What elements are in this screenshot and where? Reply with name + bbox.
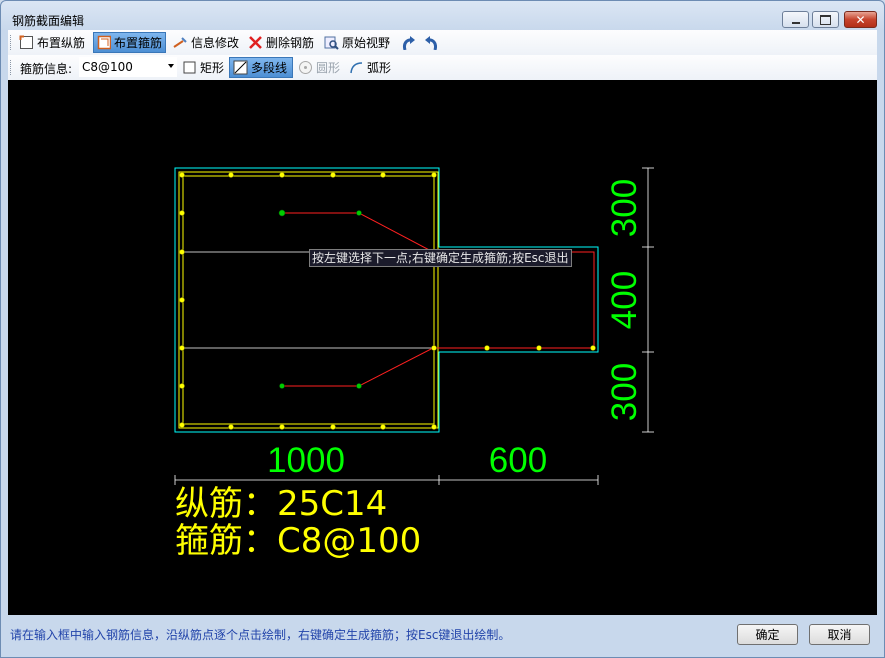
drawing-canvas[interactable]: 1000 600 300 400 300 纵筋：25C14 箍筋：C8@100 … [8, 80, 877, 615]
place-longitudinal-button[interactable]: 布置纵筋 [16, 32, 88, 53]
delete-icon [249, 36, 262, 49]
place-stirrup-button[interactable]: 布置箍筋 [93, 32, 166, 53]
rebar-point [228, 424, 234, 430]
undo-icon [403, 36, 415, 50]
section-outline [174, 167, 599, 433]
selected-point [356, 383, 362, 389]
dim-right-mid: 400 [605, 271, 644, 329]
dim-right-bottom: 300 [605, 363, 644, 421]
reset-view-button[interactable]: 原始视野 [321, 32, 393, 53]
rebar-point [179, 172, 185, 178]
reset-view-label: 原始视野 [342, 36, 391, 50]
rebar-point [431, 424, 437, 430]
arc-icon [350, 62, 363, 74]
rebar-point [380, 172, 386, 178]
dim-bottom-right: 600 [489, 441, 547, 480]
stirrup-main-outer [178, 171, 439, 429]
close-button[interactable]: ✕ [844, 11, 877, 28]
rebar-point [431, 345, 437, 351]
rebar-point [179, 422, 185, 428]
toolbar-grip[interactable] [10, 60, 13, 75]
shape-polyline-label: 多段线 [251, 61, 288, 75]
undo-button[interactable] [398, 32, 419, 53]
rebar-points [179, 172, 596, 430]
rebar-point [179, 210, 185, 216]
polyline-icon [233, 60, 248, 75]
rebar-point [179, 383, 185, 389]
stirrup-rebar-text: 箍筋：C8@100 [175, 521, 421, 561]
circle-icon [299, 61, 312, 74]
redo-icon [425, 36, 437, 50]
selected-point [279, 383, 285, 389]
dim-right-top: 300 [605, 179, 644, 237]
window-title: 钢筋截面编辑 [12, 14, 85, 28]
zoom-reset-icon [324, 36, 339, 50]
stirrup-info-label: 箍筋信息: [20, 62, 73, 76]
stirrup-info-value: C8@100 [82, 60, 133, 74]
maximize-button[interactable] [812, 11, 839, 28]
selected-point [356, 210, 362, 216]
rebar-point [590, 345, 596, 351]
cancel-button[interactable]: 取消 [809, 624, 870, 645]
canvas-tooltip: 按左键选择下一点;右键确定生成箍筋;按Esc退出 [309, 249, 572, 267]
section-drawing: 1000 600 300 400 300 纵筋：25C14 箍筋：C8@100 [174, 167, 654, 561]
place-stirrup-label: 布置箍筋 [113, 36, 162, 50]
shape-rectangle-label: 矩形 [200, 61, 225, 75]
stirrup-place-icon [97, 35, 111, 50]
rebar-point [330, 172, 336, 178]
rebar-point [330, 424, 336, 430]
rebar-place-icon [19, 35, 33, 49]
stirrup-info-combo[interactable]: C8@100 [79, 57, 177, 77]
toolbar-grip[interactable] [10, 35, 13, 50]
shape-rectangle-button[interactable]: 矩形 [179, 57, 227, 78]
selected-point [278, 209, 286, 217]
rebar-point [536, 345, 542, 351]
shape-circle-label: 圆形 [316, 61, 341, 75]
rebar-point [228, 172, 234, 178]
maximize-icon [820, 14, 831, 25]
minimize-button[interactable] [782, 11, 809, 28]
selected-points [278, 209, 362, 389]
rectangle-icon [183, 61, 196, 74]
place-longitudinal-label: 布置纵筋 [37, 36, 86, 50]
longitudinal-rebar-text: 纵筋：25C14 [175, 484, 387, 524]
main-toolbar: 布置纵筋 布置箍筋 信息修改 删除钢筋 原始视野 [8, 30, 877, 56]
dim-bottom-left: 1000 [267, 441, 345, 480]
chevron-down-icon [168, 64, 174, 68]
redo-button[interactable] [419, 32, 440, 53]
status-message: 请在输入框中输入钢筋信息，沿纵筋点逐个点击绘制，右键确定生成箍筋；按Esc键退出… [10, 628, 511, 642]
shape-circle-button[interactable]: 圆形 [295, 57, 343, 78]
rebar-point [279, 172, 285, 178]
edit-info-button[interactable]: 信息修改 [170, 32, 242, 53]
rebar-point [380, 424, 386, 430]
ok-button[interactable]: 确定 [737, 624, 798, 645]
rebar-point [484, 345, 490, 351]
minimize-icon [791, 21, 800, 24]
edit-info-icon [173, 37, 187, 48]
close-icon: ✕ [855, 12, 866, 27]
rebar-point [179, 297, 185, 303]
delete-rebar-label: 删除钢筋 [266, 36, 315, 50]
shape-arc-label: 弧形 [367, 61, 392, 75]
rebar-point [279, 424, 285, 430]
rebar-point [179, 345, 185, 351]
stirrup-toolbar: 箍筋信息: C8@100 矩形 多段线 圆形 弧形 [8, 55, 877, 81]
delete-rebar-button[interactable]: 删除钢筋 [245, 32, 317, 53]
shape-polyline-button[interactable]: 多段线 [229, 57, 293, 78]
rebar-point [179, 249, 185, 255]
edit-info-label: 信息修改 [191, 36, 240, 50]
status-bar: 请在输入框中输入钢筋信息，沿纵筋点逐个点击绘制，右键确定生成箍筋；按Esc键退出… [8, 618, 877, 652]
rebar-point [431, 172, 437, 178]
shape-arc-button[interactable]: 弧形 [346, 57, 394, 78]
